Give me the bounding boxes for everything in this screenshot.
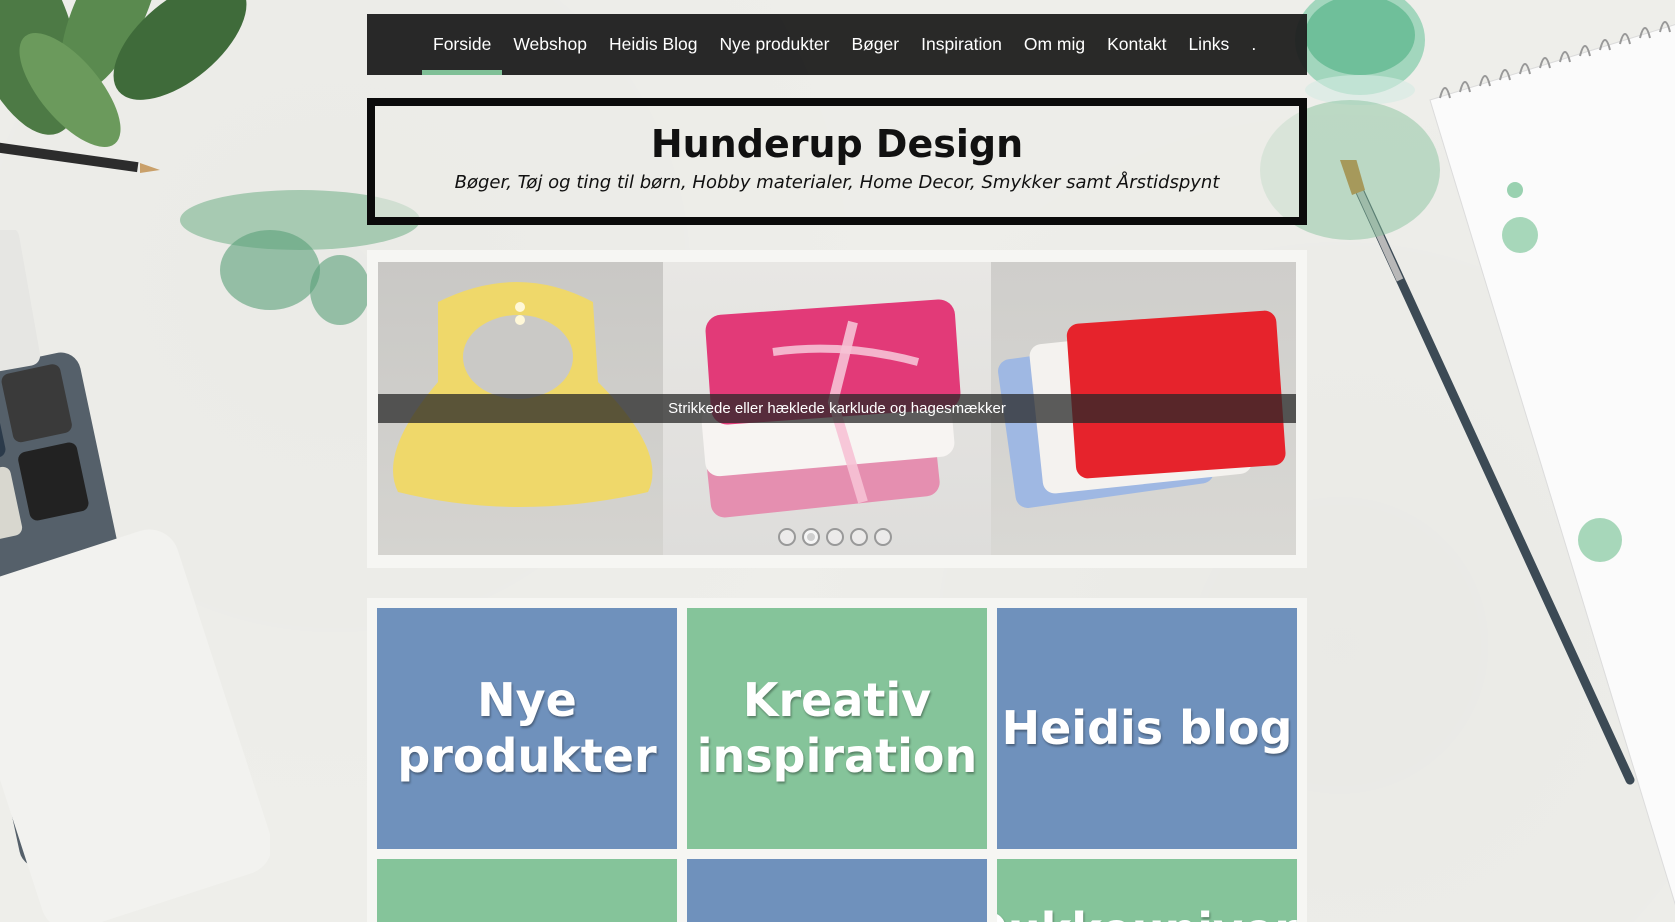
main-navigation: Forside Webshop Heidis Blog Nye produkte… <box>367 14 1307 75</box>
nav-item-forside[interactable]: Forside <box>422 14 503 75</box>
plant-decoration <box>0 0 247 173</box>
tiles-row-2: Dukkeunivers <box>377 859 1297 922</box>
tile-label: Heidis blog <box>1001 700 1293 755</box>
tiles-row-1: Nye produkter Kreativ inspiration Heidis… <box>377 608 1297 849</box>
nav-item-inspiration[interactable]: Inspiration <box>910 14 1013 75</box>
slide-caption-text: Strikkede eller hæklede karklude og hage… <box>668 400 1006 417</box>
tile-kreativ-inspiration[interactable]: Kreativ inspiration <box>687 608 987 849</box>
paint-jar-decoration <box>1295 0 1425 105</box>
slider-dot-4[interactable] <box>850 528 868 546</box>
image-slider-frame: Strikkede eller hæklede karklude og hage… <box>367 250 1307 568</box>
nav-item-nye-produkter[interactable]: Nye produkter <box>709 14 841 75</box>
site-header: Hunderup Design Bøger, Tøj og ting til b… <box>367 98 1307 225</box>
slider-dot-5[interactable] <box>874 528 892 546</box>
feature-tiles: Nye produkter Kreativ inspiration Heidis… <box>367 598 1307 922</box>
slider-dot-3[interactable] <box>826 528 844 546</box>
nav-item-om-mig[interactable]: Om mig <box>1013 14 1096 75</box>
slide-caption: Strikkede eller hæklede karklude og hage… <box>378 394 1296 423</box>
slider-pagination <box>778 528 892 546</box>
slider-dot-2[interactable] <box>802 528 820 546</box>
nav-item-boger[interactable]: Bøger <box>840 14 910 75</box>
nav-item-more[interactable]: . <box>1240 14 1267 75</box>
tile-label: Nye produkter <box>397 673 657 783</box>
nav-item-label: Nye produkter <box>719 34 830 54</box>
image-slider[interactable]: Strikkede eller hæklede karklude og hage… <box>378 262 1296 555</box>
tile-nye-produkter[interactable]: Nye produkter <box>377 608 677 849</box>
tile-label: Dukkeunivers <box>997 903 1297 922</box>
nav-item-label: . <box>1251 34 1257 54</box>
nav-item-label: Heidis Blog <box>608 34 698 54</box>
tile-row2-2[interactable] <box>687 859 987 922</box>
nav-item-label: Links <box>1188 34 1230 54</box>
nav-item-label: Forside <box>433 34 492 54</box>
tile-row2-3[interactable]: Dukkeunivers <box>997 859 1297 922</box>
nav-item-label: Webshop <box>513 34 587 54</box>
nav-item-label: Kontakt <box>1107 34 1167 54</box>
paintbrush-decoration <box>1340 160 1635 785</box>
tile-heidis-blog[interactable]: Heidis blog <box>997 608 1297 849</box>
nav-item-links[interactable]: Links <box>1177 14 1240 75</box>
nav-item-kontakt[interactable]: Kontakt <box>1096 14 1177 75</box>
slider-dot-1[interactable] <box>778 528 796 546</box>
site-subtitle: Bøger, Tøj og ting til børn, Hobby mater… <box>454 172 1220 193</box>
page-container: Forside Webshop Heidis Blog Nye produkte… <box>367 14 1307 922</box>
nav-item-label: Om mig <box>1023 34 1086 54</box>
nav-item-label: Bøger <box>851 34 900 54</box>
nav-item-heidis-blog[interactable]: Heidis Blog <box>598 14 709 75</box>
site-title[interactable]: Hunderup Design <box>375 122 1299 166</box>
paint-tray-decoration <box>0 230 270 922</box>
tile-label: Kreativ inspiration <box>696 673 978 783</box>
nav-item-label: Inspiration <box>921 34 1002 54</box>
tile-row2-1[interactable] <box>377 859 677 922</box>
nav-item-webshop[interactable]: Webshop <box>502 14 598 75</box>
